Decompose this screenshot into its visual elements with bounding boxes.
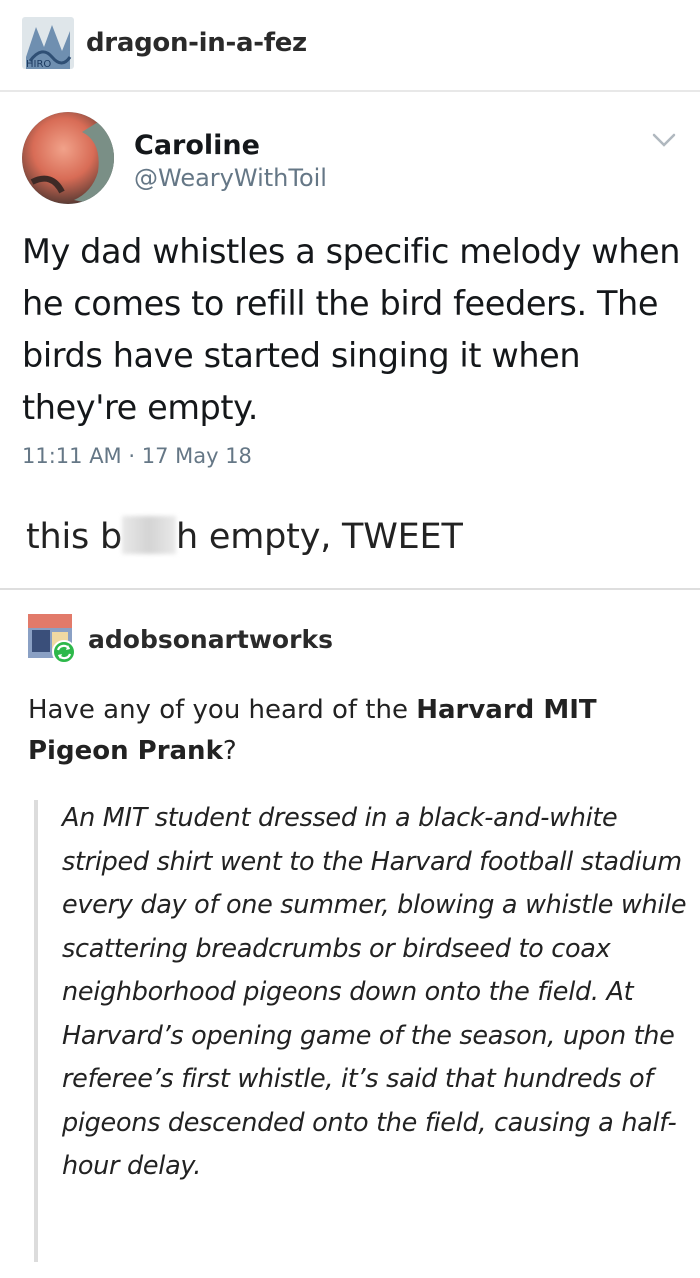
reblog-avatar[interactable] [28,614,78,664]
tweet-handle[interactable]: @WearyWithToil [134,164,327,192]
censor-blur [122,516,177,554]
reblog-header: adobsonartworks [28,612,333,666]
tweet-display-name[interactable]: Caroline [134,130,260,161]
svg-text:HIRO: HIRO [26,59,51,69]
tweet-text: My dad whistles a specific melody when h… [22,232,681,427]
op-avatar[interactable]: HIRO [22,17,74,69]
comment-text-start: this b [26,517,123,557]
comment-text-end: h empty, TWEET [176,517,463,557]
quote-text: An MIT student dressed in a black-and-wh… [62,803,687,1181]
tweet-avatar[interactable] [22,112,114,204]
blockquote: An MIT student dressed in a black-and-wh… [34,800,700,1262]
post-header: HIRO dragon-in-a-fez [22,17,307,69]
op-comment: this b h empty, TWEET [26,516,463,557]
tweet-timestamp[interactable]: 11:11 AM · 17 May 18 [22,444,252,468]
reblog-username[interactable]: adobsonartworks [88,625,333,654]
op-username[interactable]: dragon-in-a-fez [86,28,307,58]
reblog-divider [0,588,700,590]
chevron-down-icon[interactable] [650,130,678,150]
reblog-intro: Have any of you heard of the Harvard MIT… [28,690,668,772]
reblog-intro-end: ? [222,736,237,766]
embedded-tweet: Caroline @WearyWithToil My dad whistles … [0,90,700,468]
reblog-intro-text: Have any of you heard of the [28,695,417,725]
